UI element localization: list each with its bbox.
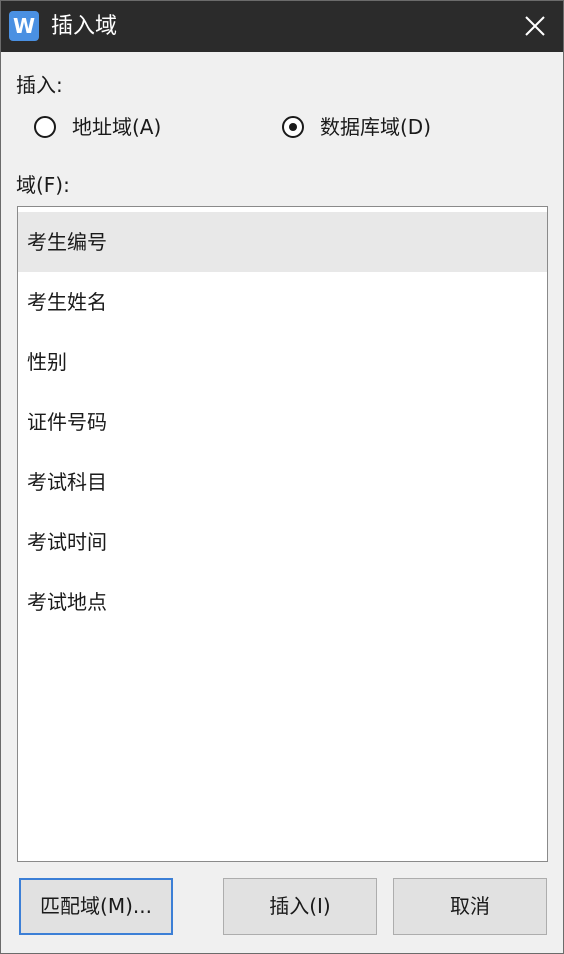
wps-writer-icon: W bbox=[9, 11, 39, 41]
fields-listbox[interactable]: 考生编号 考生姓名 性别 证件号码 考试科目 考试时间 考试地点 bbox=[17, 206, 548, 862]
database-field-radio-label: 数据库域(D) bbox=[320, 115, 432, 139]
close-icon bbox=[525, 16, 545, 36]
cancel-button[interactable]: 取消 bbox=[393, 878, 547, 935]
list-item[interactable]: 考试科目 bbox=[18, 452, 547, 512]
radio-button-unchecked[interactable] bbox=[34, 116, 56, 138]
list-item[interactable]: 考试地点 bbox=[18, 572, 547, 632]
match-fields-button[interactable]: 匹配域(M)... bbox=[19, 878, 173, 935]
address-field-radio[interactable]: 地址域(A) bbox=[34, 114, 234, 142]
insert-button[interactable]: 插入(I) bbox=[223, 878, 377, 935]
radio-button-checked[interactable] bbox=[282, 116, 304, 138]
close-button[interactable] bbox=[507, 1, 563, 52]
list-item[interactable]: 考试时间 bbox=[18, 512, 547, 572]
insert-group-label: 插入: bbox=[16, 73, 63, 97]
fields-label: 域(F): bbox=[16, 173, 70, 197]
list-item[interactable]: 性别 bbox=[18, 332, 547, 392]
list-item[interactable]: 考生编号 bbox=[18, 212, 547, 272]
dialog-title: 插入域 bbox=[51, 14, 118, 39]
title-bar[interactable]: W 插入域 bbox=[1, 1, 563, 52]
insert-field-dialog: W 插入域 插入: 地址域(A) 数据库域(D) 域(F): 考生编号 考生姓名… bbox=[0, 0, 564, 954]
radio-dot-icon bbox=[289, 123, 297, 131]
list-item[interactable]: 考生姓名 bbox=[18, 272, 547, 332]
address-field-radio-label: 地址域(A) bbox=[72, 115, 162, 139]
database-field-radio[interactable]: 数据库域(D) bbox=[282, 114, 502, 142]
list-item[interactable]: 证件号码 bbox=[18, 392, 547, 452]
